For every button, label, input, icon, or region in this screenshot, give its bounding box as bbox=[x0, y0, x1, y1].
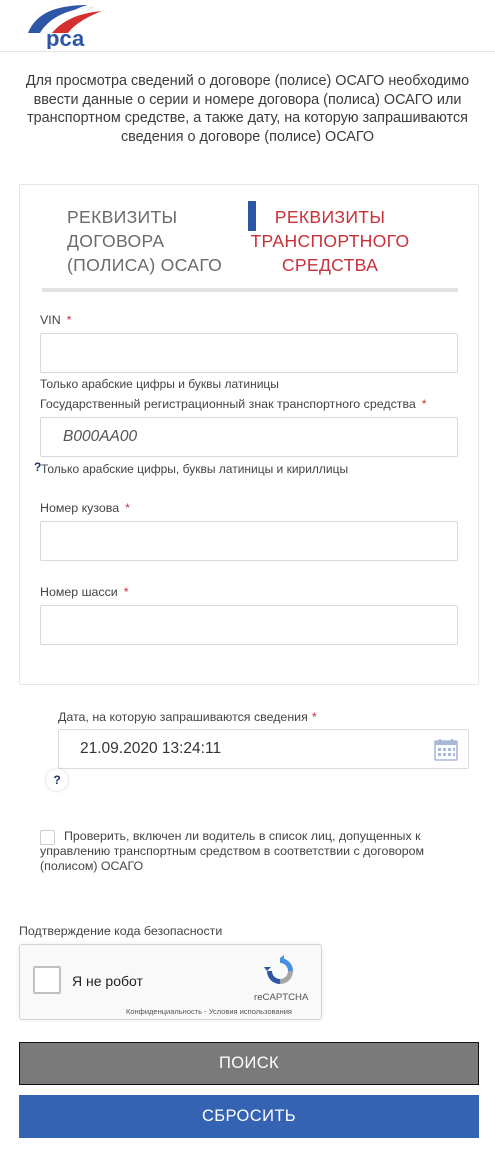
calendar-icon[interactable] bbox=[434, 738, 458, 761]
logo-text: рса bbox=[46, 26, 85, 49]
body-number-label: Номер кузова * bbox=[40, 501, 130, 515]
reset-button[interactable]: СБРОСИТЬ bbox=[19, 1095, 479, 1138]
search-button[interactable]: ПОИСК bbox=[19, 1042, 479, 1085]
chassis-number-label: Номер шасси * bbox=[40, 585, 129, 599]
vin-input[interactable] bbox=[40, 333, 458, 373]
date-input[interactable]: 21.09.2020 13:24:11 bbox=[58, 729, 469, 769]
intro-text: Для просмотра сведений о договоре (полис… bbox=[25, 73, 470, 145]
recaptcha-widget: Я не робот reCAPTCHA Конфиденциальность … bbox=[19, 944, 322, 1020]
plate-hint: Только арабские цифры, буквы латиницы и … bbox=[41, 462, 349, 476]
vin-label: VIN * bbox=[40, 313, 72, 327]
vin-hint: Только арабские цифры и буквы латиницы bbox=[40, 377, 279, 391]
chassis-number-input[interactable] bbox=[40, 605, 458, 645]
rsa-logo[interactable]: рса bbox=[22, 3, 116, 51]
plate-label: Государственный регистрационный знак тра… bbox=[40, 397, 427, 411]
recaptcha-brand: reCAPTCHA bbox=[254, 992, 309, 1003]
vehicle-form-card: РЕКВИЗИТЫ ДОГОВОРА (ПОЛИСА) ОСАГО РЕКВИЗ… bbox=[19, 184, 479, 685]
tab-policy-details[interactable]: РЕКВИЗИТЫ ДОГОВОРА (ПОЛИСА) ОСАГО bbox=[67, 205, 245, 277]
date-help-icon[interactable]: ? bbox=[46, 769, 68, 791]
driver-check-label: Проверить, включен ли водитель в список … bbox=[40, 829, 425, 873]
body-number-input[interactable] bbox=[40, 521, 458, 561]
plate-input[interactable]: В000АА00 bbox=[40, 417, 458, 457]
tab-divider bbox=[42, 288, 458, 292]
date-label: Дата, на которую запрашиваются сведения * bbox=[58, 710, 317, 724]
recaptcha-checkbox[interactable] bbox=[33, 966, 61, 994]
tab-vehicle-details[interactable]: РЕКВИЗИТЫ ТРАНСПОРТНОГО СРЕДСТВА bbox=[230, 205, 430, 277]
recaptcha-links[interactable]: Конфиденциальность - Условия использован… bbox=[126, 1007, 292, 1016]
date-value: 21.09.2020 13:24:11 bbox=[80, 740, 222, 757]
recaptcha-text: Я не робот bbox=[72, 973, 143, 989]
recaptcha-logo-icon bbox=[264, 955, 296, 987]
captcha-label: Подтверждение кода безопасности bbox=[19, 924, 223, 938]
header: рса bbox=[0, 0, 495, 52]
